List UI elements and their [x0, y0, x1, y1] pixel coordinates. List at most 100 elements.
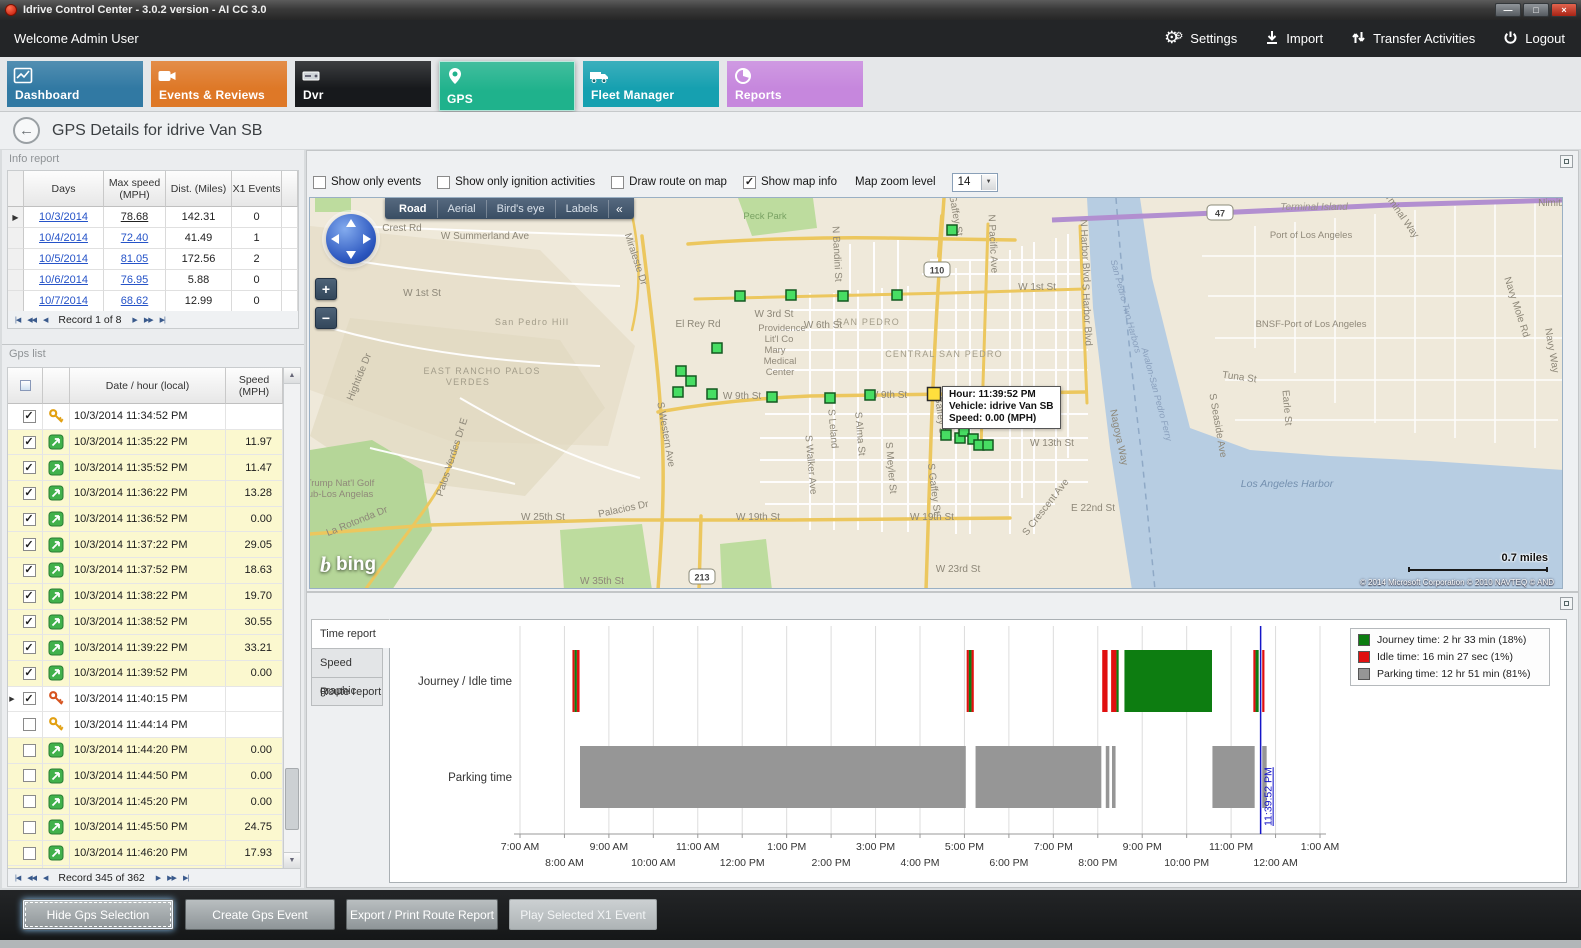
map-zoom-out-button[interactable]: − [315, 307, 337, 329]
gps-row-checkbox[interactable] [23, 538, 36, 551]
gps-row-checkbox[interactable] [23, 744, 36, 757]
day-link[interactable]: 10/6/2014 [39, 274, 88, 286]
max-speed-link[interactable]: 78.68 [121, 211, 149, 223]
map-canvas[interactable]: Peck ParkCrest RdW Summerland AveMirales… [310, 198, 1563, 589]
gps-row[interactable]: 10/3/2014 11:34:52 PM [8, 404, 283, 430]
gps-marker[interactable] [686, 376, 696, 386]
gps-row-checkbox[interactable] [23, 436, 36, 449]
chart-tab-time-report[interactable]: Time report [311, 619, 390, 648]
gps-row[interactable]: 10/3/2014 11:36:22 PM13.28 [8, 481, 283, 507]
tab-gps[interactable]: GPS [439, 61, 575, 111]
map-option-show-only-events[interactable]: Show only events [313, 176, 421, 189]
pan-west-icon[interactable] [331, 234, 339, 244]
scrollbar-thumb[interactable] [285, 768, 299, 830]
map-option-draw-route-on-map[interactable]: Draw route on map [611, 176, 727, 189]
gps-row-checkbox[interactable] [23, 513, 36, 526]
info-pager-next-button[interactable]: ▶ [130, 316, 138, 324]
info-pager-prev-page-button[interactable]: ◀◀ [25, 316, 38, 324]
max-speed-link[interactable]: 72.40 [121, 232, 149, 244]
select-all-icon[interactable] [20, 380, 31, 391]
day-link[interactable]: 10/4/2014 [39, 232, 88, 244]
gps-marker[interactable] [712, 343, 722, 353]
gps-row-checkbox[interactable] [23, 410, 36, 423]
gps-marker[interactable] [983, 440, 993, 450]
gps-pager-next-button[interactable]: ▶ [154, 874, 162, 882]
info-row[interactable]: 10/5/201481.05172.562 [8, 249, 298, 270]
info-pager-last-button[interactable]: ▶| [158, 316, 167, 324]
settings-button[interactable]: ⚙⚙Settings [1164, 31, 1237, 46]
max-speed-link[interactable]: 68.62 [121, 295, 149, 307]
chart-tab-speed-graphic[interactable]: Speed graphic [311, 648, 383, 677]
gps-row-checkbox[interactable] [23, 667, 36, 680]
day-link[interactable]: 10/5/2014 [39, 253, 88, 265]
transfer-button[interactable]: Transfer Activities [1351, 30, 1475, 48]
pan-north-icon[interactable] [346, 219, 356, 227]
gps-row[interactable]: 10/3/2014 11:35:52 PM11.47 [8, 455, 283, 481]
collapse-map-tabs-button[interactable]: « [609, 200, 630, 218]
info-pager-next-page-button[interactable]: ▶▶ [142, 316, 155, 324]
gps-marker[interactable] [825, 393, 835, 403]
gps-pager-next-page-button[interactable]: ▶▶ [165, 874, 178, 882]
gps-row[interactable]: 10/3/2014 11:39:22 PM33.21 [8, 635, 283, 661]
gps-marker[interactable] [676, 366, 686, 376]
gps-marker[interactable] [941, 430, 951, 440]
gps-marker[interactable] [892, 290, 902, 300]
info-row[interactable]: 10/6/201476.955.880 [8, 270, 298, 291]
select-all-header[interactable] [8, 368, 43, 404]
map-view-tab-road[interactable]: Road [389, 200, 438, 218]
chevron-down-icon[interactable]: ▼ [981, 175, 996, 190]
info-pager-prev-button[interactable]: ◀ [41, 316, 49, 324]
map-zoom-in-button[interactable]: + [315, 278, 337, 300]
gps-row[interactable]: 10/3/2014 11:35:22 PM11.97 [8, 430, 283, 456]
gps-marker[interactable] [786, 290, 796, 300]
checkbox[interactable] [313, 176, 326, 189]
minimize-button[interactable]: — [1495, 3, 1521, 17]
gps-row[interactable]: 10/3/2014 11:44:14 PM [8, 712, 283, 738]
pan-south-icon[interactable] [346, 251, 356, 259]
max-speed-link[interactable]: 76.95 [121, 274, 149, 286]
gps-row-checkbox[interactable] [23, 564, 36, 577]
gps-row[interactable]: 10/3/2014 11:36:52 PM0.00 [8, 507, 283, 533]
gps-pager-last-button[interactable]: ▶| [181, 874, 190, 882]
tab-events[interactable]: Events & Reviews [151, 61, 287, 107]
tab-dashboard[interactable]: Dashboard [7, 61, 143, 107]
hide-gps-selection-button[interactable]: Hide Gps Selection [22, 899, 174, 930]
scroll-down-icon[interactable]: ▼ [284, 852, 300, 868]
gps-marker[interactable] [865, 390, 875, 400]
map-view-tab-aerial[interactable]: Aerial [438, 200, 487, 218]
close-button[interactable]: × [1551, 3, 1577, 17]
scroll-up-icon[interactable]: ▲ [284, 368, 300, 384]
gps-row[interactable]: 10/3/2014 11:38:22 PM19.70 [8, 584, 283, 610]
gps-row-checkbox[interactable] [23, 461, 36, 474]
info-row[interactable]: 10/4/201472.4041.491 [8, 228, 298, 249]
tab-dvr[interactable]: Dvr [295, 61, 431, 107]
gps-row-checkbox[interactable] [23, 615, 36, 628]
gps-row-checkbox[interactable] [23, 769, 36, 782]
gps-row[interactable]: ▶10/3/2014 11:40:15 PM [8, 687, 283, 713]
gps-row-checkbox[interactable] [23, 847, 36, 860]
info-row[interactable]: ▶10/3/201478.68142.310 [8, 207, 298, 228]
export-print-route-report-button[interactable]: Export / Print Route Report [346, 899, 498, 930]
gps-marker[interactable] [947, 225, 957, 235]
gps-row-checkbox[interactable] [23, 641, 36, 654]
pan-east-icon[interactable] [363, 234, 371, 244]
gps-row[interactable]: 10/3/2014 11:37:52 PM18.63 [8, 558, 283, 584]
gps-marker[interactable] [707, 389, 717, 399]
checkbox[interactable] [743, 176, 756, 189]
logout-button[interactable]: Logout [1503, 30, 1565, 48]
gps-row-checkbox[interactable] [23, 795, 36, 808]
expand-map-panel-button[interactable] [1560, 155, 1573, 168]
gps-marker[interactable] [735, 291, 745, 301]
map-view-tab-bird-s-eye[interactable]: Bird's eye [487, 200, 556, 218]
max-speed-link[interactable]: 81.05 [121, 253, 149, 265]
gps-row-checkbox[interactable] [23, 692, 36, 705]
gps-row-checkbox[interactable] [23, 821, 36, 834]
gps-pager-first-button[interactable]: |◀ [13, 874, 22, 882]
expand-chart-panel-button[interactable] [1560, 597, 1573, 610]
gps-pager-prev-button[interactable]: ◀ [41, 874, 49, 882]
gps-row-checkbox[interactable] [23, 590, 36, 603]
gps-row[interactable]: 10/3/2014 11:37:22 PM29.05 [8, 532, 283, 558]
gps-row[interactable]: 10/3/2014 11:46:20 PM17.93 [8, 841, 283, 867]
gps-row-checkbox[interactable] [23, 718, 36, 731]
gps-pager-prev-page-button[interactable]: ◀◀ [25, 874, 38, 882]
